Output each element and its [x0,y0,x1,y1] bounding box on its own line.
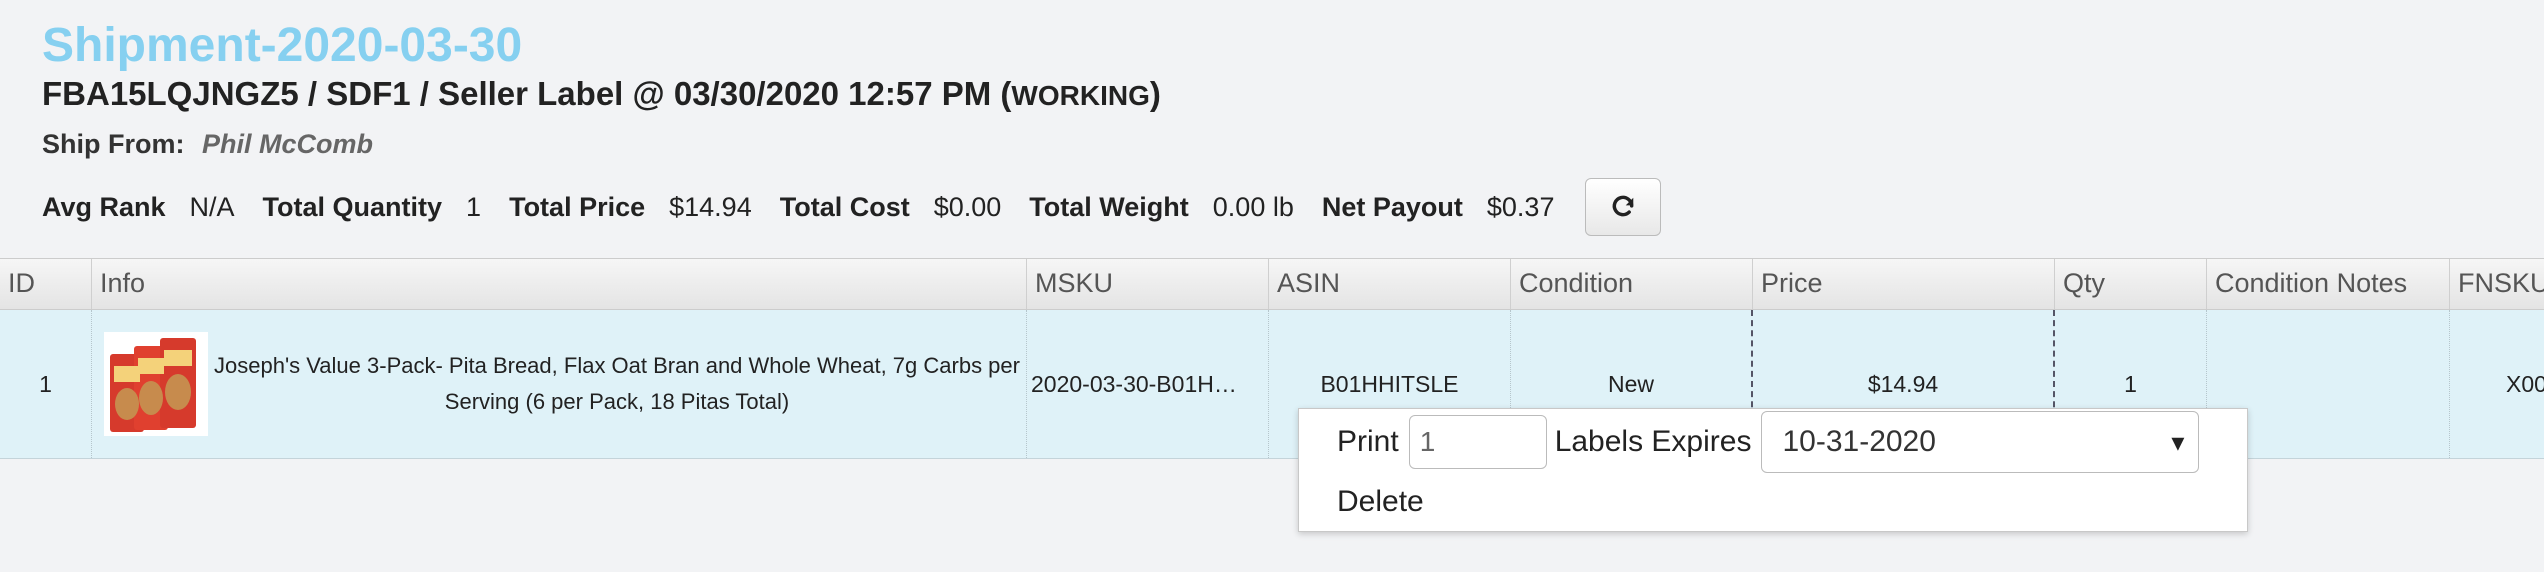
shipment-subtitle: FBA15LQJNGZ5 / SDF1 / Seller Label @ 03/… [42,74,1161,116]
expires-date-value: 10-31-2020 [1782,425,1936,458]
shipment-info: FBA15LQJNGZ5 / SDF1 / Seller Label @ 03/… [42,75,1012,112]
header-info[interactable]: Info [92,259,1027,309]
shipment-status: WORKING [1011,80,1150,111]
expires-date-select[interactable]: 10-31-2020 ▾ [1761,411,2200,473]
header-fnsku[interactable]: FNSKU [2450,259,2544,309]
stat-label-total-quantity: Total Quantity [262,191,443,222]
shipment-stats: Avg Rank N/A Total Quantity 1 Total Pric… [42,178,1662,236]
stat-value-avg-rank: N/A [189,191,235,222]
stat-label-total-price: Total Price [509,191,646,222]
product-title[interactable]: Joseph's Value 3-Pack- Pita Bread, Flax … [208,348,1026,420]
cell-info: Joseph's Value 3-Pack- Pita Bread, Flax … [92,310,1027,458]
delete-button[interactable]: Delete [1337,485,1424,519]
stat-value-net-payout: $0.37 [1486,191,1555,222]
ship-from-value: Phil McComb [202,129,374,159]
print-quantity-input[interactable]: 1 [1408,415,1547,469]
row-context-menu: Print 1 Labels Expires 10-31-2020 ▾ Dele… [1298,408,2248,532]
stat-label-total-cost: Total Cost [779,191,910,222]
cell-id: 1 [0,310,92,458]
stat-value-total-quantity: 1 [466,191,482,222]
stat-value-total-price: $14.94 [669,191,752,222]
header-price[interactable]: Price [1753,259,2055,309]
print-button[interactable]: Print [1337,425,1399,459]
shipment-subtitle-close: ) [1149,75,1161,112]
labels-expires-label: Labels Expires [1554,425,1752,458]
stat-value-total-cost: $0.00 [933,191,1002,222]
header-id[interactable]: ID [0,259,92,309]
stat-value-total-weight: 0.00 lb [1212,191,1294,222]
shipment-title: Shipment-2020-03-30 [42,19,523,72]
shipment-header: Shipment-2020-03-30 FBA15LQJNGZ5 / SDF1 … [42,20,1161,162]
print-labels-row: Print 1 Labels Expires 10-31-2020 ▾ [1337,411,2200,473]
cell-fnsku: X00 [2506,370,2544,397]
header-asin[interactable]: ASIN [1269,259,1511,309]
ship-from-label: Ship From: [42,129,185,159]
header-msku[interactable]: MSKU [1027,259,1269,309]
stat-label-net-payout: Net Payout [1321,191,1463,222]
chevron-down-icon: ▾ [2171,426,2185,457]
refresh-icon [1613,195,1634,217]
header-qty[interactable]: Qty [2055,259,2207,309]
header-condition[interactable]: Condition [1511,259,1753,309]
ship-from: Ship From: Phil McComb [42,126,1161,162]
table-header: ID Info MSKU ASIN Condition Price Qty Co… [0,258,2544,310]
cell-msku: 2020-03-30-B01H… [1027,310,1269,458]
stat-label-total-weight: Total Weight [1029,191,1189,222]
header-condition-notes[interactable]: Condition Notes [2207,259,2450,309]
product-image [104,332,208,436]
stat-label-avg-rank: Avg Rank [42,191,166,222]
refresh-button[interactable] [1585,178,1662,236]
